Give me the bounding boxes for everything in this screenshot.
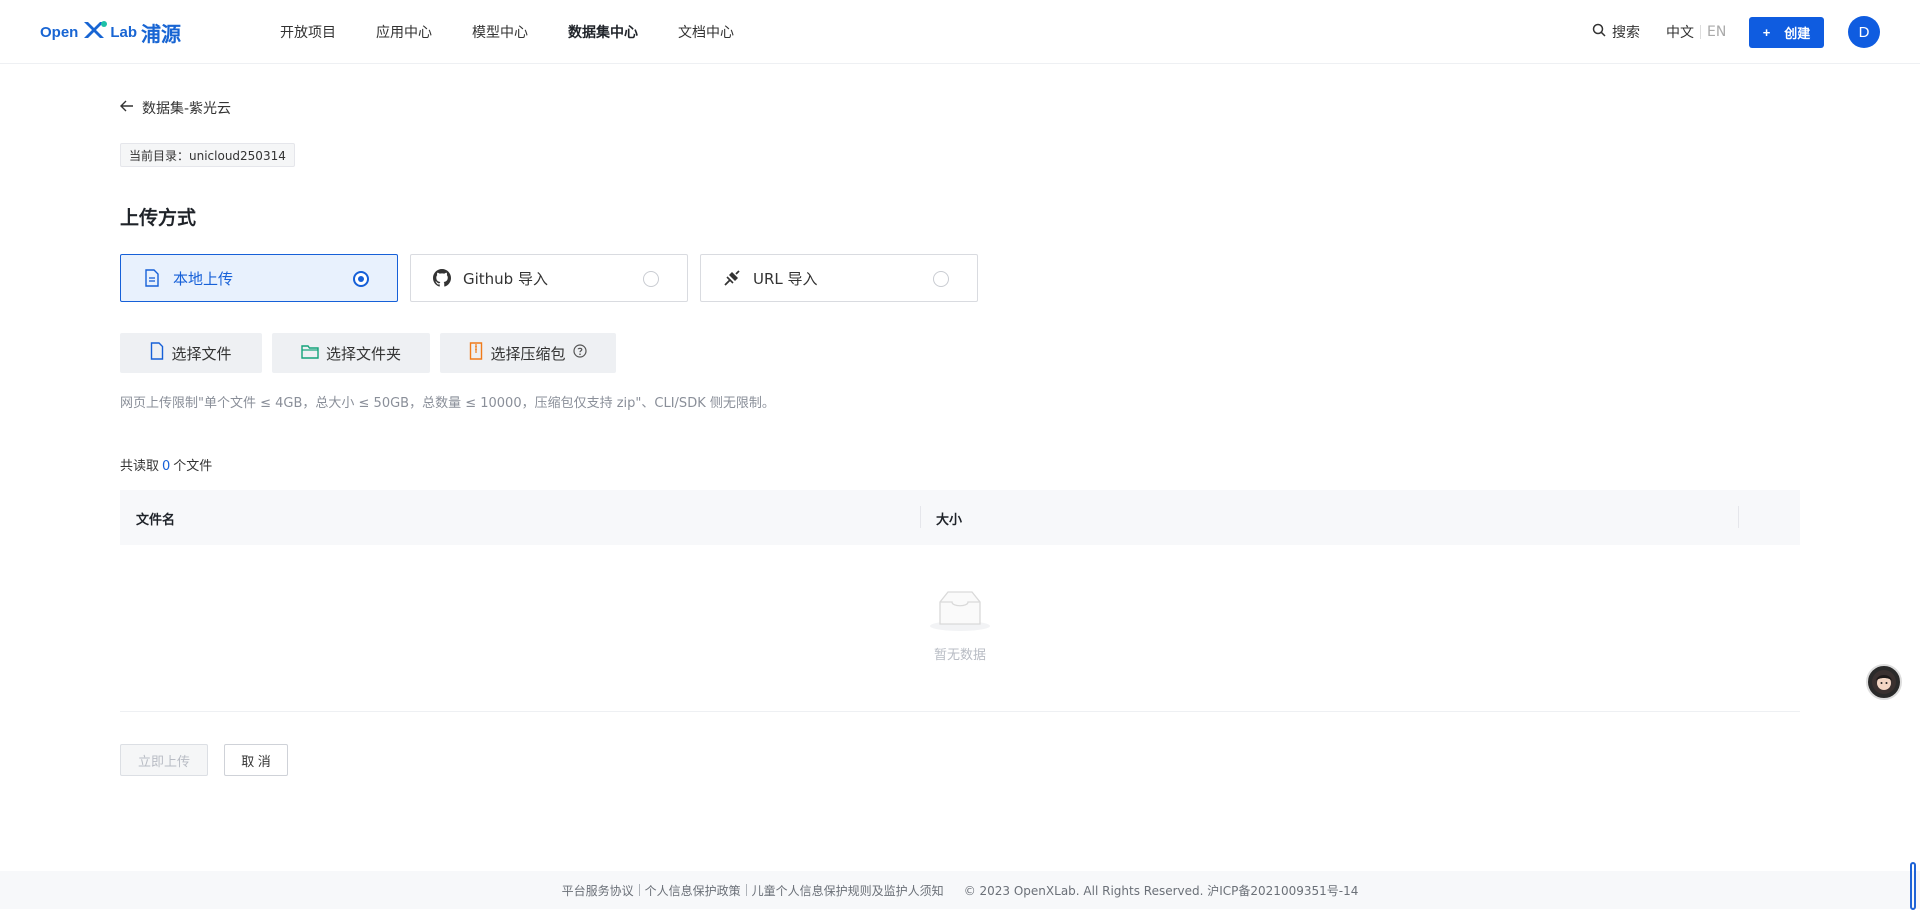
method-github-import[interactable]: Github 导入	[410, 254, 688, 302]
search-label: 搜索	[1612, 25, 1640, 41]
lang-zh-option[interactable]: 中文	[1666, 22, 1694, 42]
method-url-import[interactable]: URL 导入	[700, 254, 978, 302]
column-divider	[1738, 506, 1739, 528]
logo-cn-text: 浦源	[141, 21, 182, 46]
nav-item-open-projects[interactable]: 开放项目	[280, 22, 336, 42]
logo-lab-text: Lab	[110, 23, 138, 41]
column-divider	[920, 506, 921, 528]
arrow-left-icon	[120, 100, 134, 116]
back-link[interactable]: 数据集-紫光云	[120, 98, 231, 118]
top-header: Open Lab 浦源 开放项目 应用中心 模型中心 数据集中心 文档中心 搜索…	[0, 0, 1920, 64]
lang-divider	[1700, 25, 1701, 39]
file-table-header: 文件名 大小	[120, 490, 1800, 545]
method-url-label: URL 导入	[753, 269, 818, 288]
table-bottom-divider	[120, 711, 1800, 712]
nav-item-docs[interactable]: 文档中心	[678, 22, 734, 42]
method-local-radio[interactable]	[353, 271, 369, 287]
folder-icon	[301, 344, 319, 363]
cancel-button[interactable]: 取 消	[224, 744, 288, 776]
footer-copyright: © 2023 OpenXLab. All Rights Reserved. 沪I…	[963, 883, 1359, 898]
column-header-size: 大小	[936, 513, 963, 528]
language-switch: 中文 EN	[1666, 22, 1726, 42]
method-github-radio[interactable]	[643, 271, 659, 287]
upload-limit-hint: 网页上传限制"单个文件 ≤ 4GB，总大小 ≤ 50GB，总数量 ≤ 10000…	[120, 396, 775, 411]
empty-inbox-icon	[920, 590, 1000, 636]
github-icon	[433, 269, 451, 287]
main-nav: 开放项目 应用中心 模型中心 数据集中心 文档中心	[280, 0, 774, 64]
file-icon	[150, 342, 164, 364]
method-github-label: Github 导入	[463, 269, 548, 288]
footer-link-terms[interactable]: 平台服务协议	[562, 882, 634, 899]
zip-icon	[469, 342, 483, 364]
select-folder-label: 选择文件夹	[325, 345, 401, 363]
select-folder-button[interactable]: 选择文件夹	[272, 333, 430, 373]
nav-item-apps[interactable]: 应用中心	[376, 22, 432, 42]
plus-icon: +	[1762, 25, 1771, 40]
footer-link-children-privacy[interactable]: 儿童个人信息保护规则及监护人须知	[752, 882, 944, 899]
help-icon[interactable]	[572, 344, 587, 362]
select-archive-button[interactable]: 选择压缩包	[440, 333, 616, 373]
plug-icon	[723, 269, 741, 287]
file-count-value: 0	[162, 459, 171, 474]
empty-text: 暂无数据	[933, 648, 986, 663]
search-icon	[1592, 23, 1606, 41]
footer-divider	[745, 884, 747, 896]
page-footer: 平台服务协议 个人信息保护政策 儿童个人信息保护规则及监护人须知 © 2023 …	[0, 871, 1920, 909]
openxlab-logo[interactable]: Open Lab 浦源	[40, 18, 181, 46]
avatar[interactable]: D	[1848, 16, 1880, 48]
footer-divider	[638, 884, 640, 896]
nav-item-models[interactable]: 模型中心	[472, 22, 528, 42]
method-url-radio[interactable]	[933, 271, 949, 287]
upload-now-button[interactable]: 立即上传	[120, 744, 208, 776]
lang-en-option[interactable]: EN	[1707, 24, 1726, 40]
logo-x-icon	[82, 20, 108, 44]
column-header-filename: 文件名	[136, 513, 176, 528]
create-button-label: 创建	[1784, 26, 1811, 41]
file-count-prefix: 共读取	[120, 459, 160, 474]
method-local-upload[interactable]: 本地上传	[120, 254, 398, 302]
scroll-indicator[interactable]	[1910, 862, 1916, 910]
create-button[interactable]: + 创建	[1749, 17, 1824, 48]
assistant-avatar[interactable]	[1866, 664, 1902, 700]
footer-link-privacy[interactable]: 个人信息保护政策	[645, 882, 741, 899]
nav-item-datasets[interactable]: 数据集中心	[568, 22, 638, 42]
back-link-label: 数据集-紫光云	[142, 101, 232, 117]
current-directory-badge: 当前目录：unicloud250314	[120, 143, 295, 167]
file-text-icon	[143, 269, 161, 287]
method-local-label: 本地上传	[173, 269, 234, 288]
upload-method-title: 上传方式	[120, 207, 197, 229]
file-count-suffix: 个文件	[173, 459, 213, 474]
select-file-button[interactable]: 选择文件	[120, 333, 262, 373]
search-button[interactable]: 搜索	[1592, 22, 1640, 42]
select-file-label: 选择文件	[171, 345, 232, 363]
select-archive-label: 选择压缩包	[490, 345, 566, 363]
file-count: 共读取 0 个文件	[120, 455, 212, 474]
logo-open-text: Open	[40, 23, 79, 41]
